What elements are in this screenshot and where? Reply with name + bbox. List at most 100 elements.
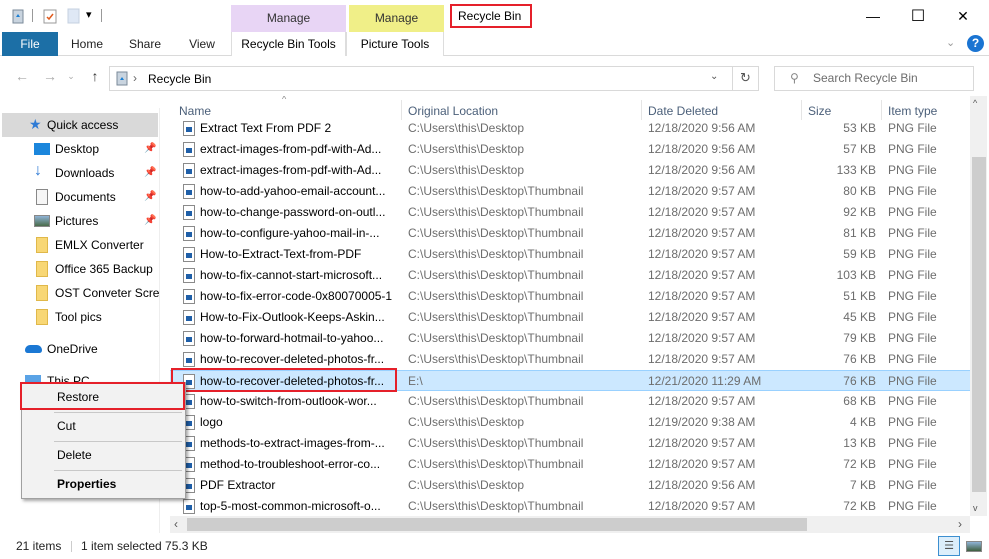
- manage-picture-tab[interactable]: Manage: [349, 5, 444, 32]
- date-deleted: 12/18/2020 9:57 AM: [648, 268, 756, 282]
- sidebar-item-emlx-converter[interactable]: EMLX Converter: [0, 233, 160, 257]
- properties-icon[interactable]: [42, 8, 58, 24]
- recent-locations-dropdown[interactable]: ⌄: [64, 67, 78, 85]
- sidebar-item-label: Downloads: [55, 166, 115, 180]
- file-row[interactable]: method-to-troubleshoot-error-co... C:\Use…: [170, 454, 970, 475]
- sidebar-item-quick-access[interactable]: ★ Quick access: [2, 113, 158, 137]
- close-button[interactable]: ✕: [940, 0, 986, 32]
- file-size: 133 KB: [836, 163, 876, 177]
- png-file-icon: [183, 289, 195, 304]
- search-input[interactable]: Search Recycle Bin: [774, 66, 974, 91]
- original-location: C:\Users\this\Desktop\Thumbnail: [408, 205, 584, 219]
- file-row[interactable]: how-to-fix-cannot-start-microsoft... C:\U…: [170, 265, 970, 286]
- file-row[interactable]: How-to-Extract-Text-from-PDF C:\Users\thi…: [170, 244, 970, 265]
- forward-button[interactable]: →: [40, 67, 60, 85]
- file-row[interactable]: PDF Extractor C:\Users\this\Desktop 12/18/…: [170, 475, 970, 496]
- scroll-down-arrow[interactable]: v: [973, 503, 978, 513]
- tab-view[interactable]: View: [178, 32, 226, 56]
- horizontal-scroll-thumb[interactable]: [187, 518, 807, 531]
- help-icon[interactable]: ?: [967, 35, 984, 52]
- file-size: 72 KB: [843, 499, 876, 513]
- file-row[interactable]: how-to-fix-error-code-0x80070005-1 C:\Use…: [170, 286, 970, 307]
- sidebar-item-label: Desktop: [55, 142, 100, 156]
- sidebar-item-label: OST Conveter Screens: [55, 286, 159, 300]
- refresh-icon[interactable]: ↻: [740, 70, 751, 86]
- column-divider[interactable]: [401, 100, 402, 120]
- customize-qat-dropdown[interactable]: ▾: [86, 8, 92, 21]
- details-view-button[interactable]: ☰: [938, 536, 960, 556]
- sidebar-item-documents[interactable]: Documents 📌: [0, 185, 160, 209]
- date-deleted: 12/18/2020 9:57 AM: [648, 394, 756, 408]
- sidebar-item-pictures[interactable]: Pictures 📌: [0, 209, 160, 233]
- address-bar[interactable]: › Recycle Bin ⌄ ↻: [109, 66, 759, 91]
- column-divider[interactable]: [801, 100, 802, 120]
- item-type: PNG File: [888, 247, 937, 261]
- column-divider[interactable]: [641, 100, 642, 120]
- large-icons-view-button[interactable]: [966, 541, 982, 552]
- file-name: how-to-change-password-on-outl...: [200, 205, 386, 219]
- pictures-icon: [34, 215, 50, 227]
- menu-item-cut[interactable]: Cut: [24, 413, 184, 440]
- pin-icon: 📌: [144, 167, 157, 178]
- new-folder-icon[interactable]: [66, 8, 82, 24]
- tab-file[interactable]: File: [2, 32, 58, 56]
- tab-picture-tools[interactable]: Picture Tools: [346, 32, 444, 56]
- file-size: 4 KB: [849, 415, 876, 429]
- tab-recycle-bin-tools[interactable]: Recycle Bin Tools: [231, 32, 346, 56]
- scroll-right-arrow[interactable]: ›: [958, 517, 962, 531]
- scroll-left-arrow[interactable]: ‹: [174, 517, 178, 531]
- sidebar-item-tool-pics[interactable]: Tool pics: [0, 305, 160, 329]
- item-type: PNG File: [888, 310, 937, 324]
- file-row[interactable]: how-to-configure-yahoo-mail-in-... C:\Use…: [170, 223, 970, 244]
- desktop-icon: [34, 143, 50, 155]
- item-type: PNG File: [888, 184, 937, 198]
- sidebar-item-label: Tool pics: [55, 310, 102, 324]
- file-row[interactable]: how-to-add-yahoo-email-account... C:\User…: [170, 181, 970, 202]
- date-deleted: 12/21/2020 11:29 AM: [648, 374, 762, 388]
- date-deleted: 12/18/2020 9:57 AM: [648, 499, 756, 513]
- expand-ribbon-icon[interactable]: ⌄: [946, 36, 955, 49]
- png-file-icon: [183, 163, 195, 178]
- file-row[interactable]: logo C:\Users\this\Desktop 12/19/2020 9:38…: [170, 412, 970, 433]
- manage-recycle-bin-tab[interactable]: Manage: [231, 5, 346, 32]
- download-icon: ↓: [34, 162, 42, 179]
- sidebar-item-onedrive[interactable]: OneDrive: [0, 337, 160, 361]
- file-row[interactable]: how-to-forward-hotmail-to-yahoo... C:\Use…: [170, 328, 970, 349]
- file-row[interactable]: top-5-most-common-microsoft-o... C:\Users…: [170, 496, 970, 516]
- file-row[interactable]: methods-to-extract-images-from-... C:\Use…: [170, 433, 970, 454]
- tab-home[interactable]: Home: [62, 32, 112, 56]
- file-row[interactable]: how-to-recover-deleted-photos-fr... C:\Us…: [170, 349, 970, 370]
- maximize-button[interactable]: ☐: [895, 0, 941, 32]
- sidebar-item-ost-converter[interactable]: OST Conveter Screens: [0, 281, 160, 305]
- original-location: C:\Users\this\Desktop\Thumbnail: [408, 184, 584, 198]
- item-count: 21 items: [16, 539, 62, 553]
- sidebar-item-downloads[interactable]: ↓ Downloads 📌: [0, 161, 160, 185]
- address-dropdown-icon[interactable]: ⌄: [710, 71, 718, 82]
- file-name: Extract Text From PDF 2: [200, 121, 332, 135]
- item-type: PNG File: [888, 142, 937, 156]
- minimize-button[interactable]: —: [850, 0, 896, 32]
- file-name: how-to-recover-deleted-photos-fr...: [200, 352, 385, 366]
- column-divider[interactable]: [881, 100, 882, 120]
- sidebar-item-office-365-backup[interactable]: Office 365 Backup: [0, 257, 160, 281]
- menu-item-delete[interactable]: Delete: [24, 442, 184, 469]
- sidebar-item-desktop[interactable]: Desktop 📌: [0, 137, 160, 161]
- file-row[interactable]: how-to-switch-from-outlook-wor... C:\User…: [170, 391, 970, 412]
- file-row[interactable]: How-to-Fix-Outlook-Keeps-Askin... C:\User…: [170, 307, 970, 328]
- file-row[interactable]: Extract Text From PDF 2 C:\Users\this\Des…: [170, 118, 970, 139]
- item-type: PNG File: [888, 394, 937, 408]
- vertical-scroll-thumb[interactable]: [972, 157, 986, 492]
- back-button[interactable]: ←: [12, 67, 32, 85]
- pin-icon: 📌: [144, 215, 157, 226]
- up-button[interactable]: ↑: [85, 67, 105, 85]
- file-row[interactable]: extract-images-from-pdf-with-Ad... C:\Use…: [170, 139, 970, 160]
- item-type: PNG File: [888, 205, 937, 219]
- file-list: ^ Name Original Location Date Deleted Si…: [170, 96, 970, 516]
- file-row[interactable]: how-to-change-password-on-outl... C:\User…: [170, 202, 970, 223]
- original-location: C:\Users\this\Desktop\Thumbnail: [408, 268, 584, 282]
- menu-item-properties[interactable]: Properties: [24, 471, 184, 498]
- breadcrumb-recycle-bin[interactable]: Recycle Bin: [148, 72, 211, 86]
- file-row[interactable]: extract-images-from-pdf-with-Ad... C:\Use…: [170, 160, 970, 181]
- scroll-up-arrow[interactable]: ^: [973, 98, 977, 108]
- tab-share[interactable]: Share: [120, 32, 170, 56]
